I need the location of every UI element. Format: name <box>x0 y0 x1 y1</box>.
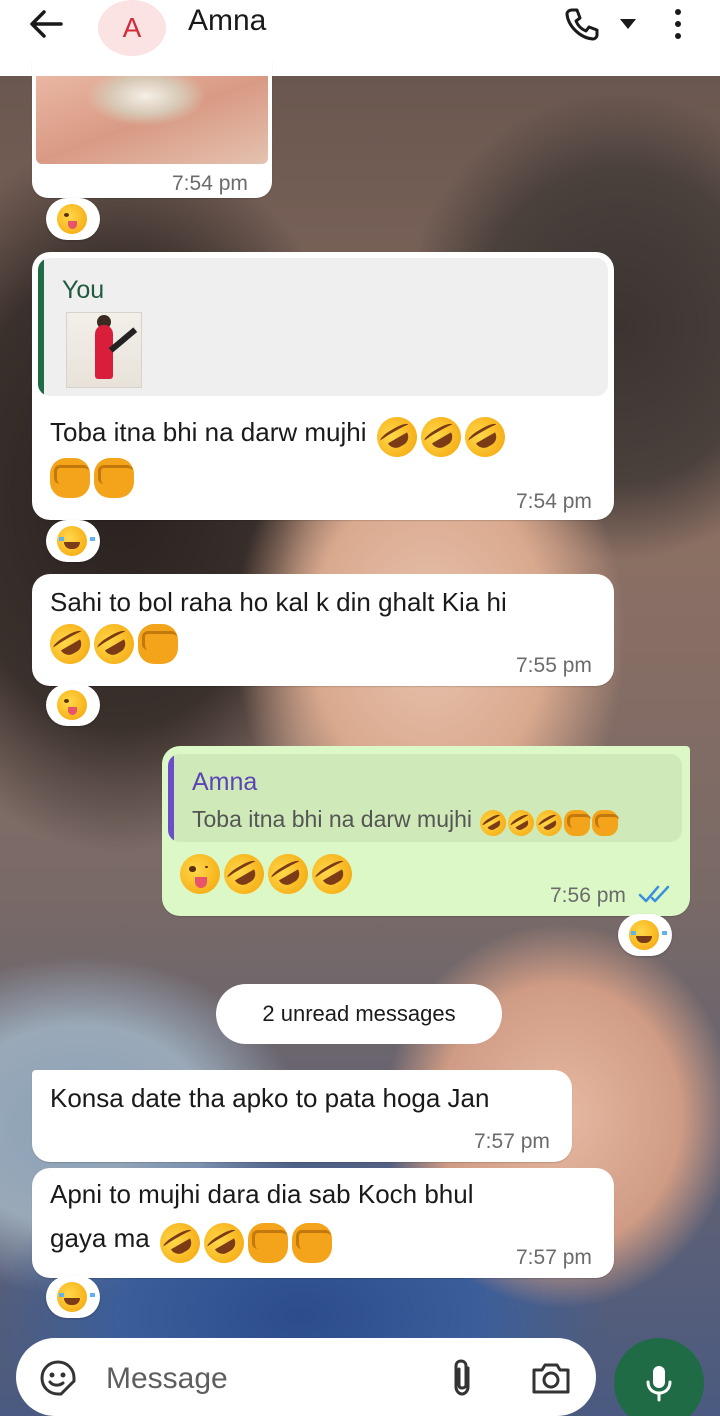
message-time: 7:55 pm <box>516 654 592 677</box>
paperclip-icon <box>454 1359 470 1396</box>
winking-tongue-face-icon <box>180 854 220 894</box>
rofl-emoji-icon <box>260 846 316 902</box>
winking-tongue-face-icon <box>57 690 87 720</box>
message-time: 7:57 pm <box>474 1130 550 1153</box>
winking-tongue-face-icon <box>57 204 87 234</box>
tears-of-joy-icon <box>629 920 668 950</box>
message-time: 7:54 pm <box>172 172 248 195</box>
quote-preview: Toba itna bhi na darw mujhi <box>192 805 620 841</box>
message-bubble-incoming[interactable]: Apni to mujhi dara dia sab Koch bhul gay… <box>32 1168 614 1278</box>
voice-call-button[interactable] <box>560 2 604 46</box>
message-bubble-incoming[interactable]: You Toba itna bhi na darw mujhi 7:54 pm <box>32 252 614 520</box>
message-text: gaya ma <box>50 1223 150 1253</box>
rofl-emoji-icon <box>86 616 142 672</box>
camera-icon <box>532 1363 570 1394</box>
rofl-emoji-icon <box>413 409 469 465</box>
more-options-button[interactable] <box>660 2 696 46</box>
message-text: Apni to mujhi dara dia sab Koch bhul <box>50 1179 474 1209</box>
sticker-button[interactable] <box>38 1358 78 1398</box>
unread-messages-banner: 2 unread messages <box>216 984 502 1044</box>
fist-emoji-icon <box>564 809 591 836</box>
rofl-emoji-icon <box>42 616 98 672</box>
message-content: Apni to mujhi dara dia sab Koch bhul <box>50 1172 474 1216</box>
rofl-emoji-icon <box>369 409 425 465</box>
fist-emoji-icon <box>94 458 134 498</box>
tears-of-joy-icon <box>57 526 96 556</box>
phone-icon <box>565 8 599 41</box>
rofl-emoji-icon <box>475 805 512 841</box>
fist-emoji-icon <box>248 1222 289 1263</box>
quote-photo-thumbnail <box>66 312 142 388</box>
message-content: Toba itna bhi na darw mujhi <box>50 409 513 465</box>
message-composer[interactable]: Message <box>16 1338 596 1416</box>
message-reaction[interactable] <box>46 520 100 562</box>
message-time: 7:57 pm <box>516 1246 592 1269</box>
rofl-emoji-icon <box>304 846 360 902</box>
avatar-letter: A <box>122 12 142 43</box>
quoted-message[interactable]: You <box>38 258 608 396</box>
rofl-emoji-icon <box>216 846 272 902</box>
message-bubble-outgoing[interactable]: Amna Toba itna bhi na darw mujhi 7:56 pm <box>162 746 690 916</box>
quote-accent-bar <box>38 258 44 396</box>
rofl-emoji-icon <box>457 409 513 465</box>
tears-of-joy-icon <box>57 1282 96 1312</box>
message-text: Toba itna bhi na darw mujhi <box>50 417 367 447</box>
quote-accent-bar <box>168 754 174 842</box>
vertical-dots-icon <box>675 9 681 15</box>
sticker-icon <box>40 1360 76 1396</box>
fist-emoji-icon <box>592 809 619 836</box>
read-receipt-icon <box>638 885 670 903</box>
message-reaction[interactable] <box>46 198 100 240</box>
fist-emoji-icon <box>50 458 90 498</box>
message-content-line2: gaya ma <box>50 1215 336 1271</box>
message-content-line2 <box>50 458 138 498</box>
message-reaction[interactable] <box>46 1276 100 1318</box>
fist-emoji-icon <box>292 1222 333 1263</box>
call-options-dropdown[interactable] <box>614 12 642 36</box>
avatar[interactable]: A <box>98 0 166 56</box>
caret-down-icon <box>620 19 636 29</box>
rofl-emoji-icon <box>196 1215 252 1271</box>
quote-sender: Amna <box>192 768 258 796</box>
message-reaction[interactable] <box>618 914 672 956</box>
quote-text: Toba itna bhi na darw mujhi <box>192 806 472 832</box>
message-text: Sahi to bol raha ho kal k din ghalt Kia … <box>50 587 507 617</box>
message-text: Konsa date tha apko to pata hoga Jan <box>50 1083 490 1113</box>
camera-button[interactable] <box>528 1358 574 1398</box>
quote-sender: You <box>62 276 105 304</box>
contact-name[interactable]: Amna <box>188 4 266 38</box>
message-content: Sahi to bol raha ho kal k din ghalt Kia … <box>50 580 507 624</box>
rofl-emoji-icon <box>531 805 568 841</box>
message-reaction[interactable] <box>46 684 100 726</box>
message-time: 7:54 pm <box>516 490 592 513</box>
image-attachment[interactable] <box>36 76 268 164</box>
attach-button[interactable] <box>442 1358 482 1398</box>
fist-emoji-icon <box>138 624 178 664</box>
message-content: Konsa date tha apko to pata hoga Jan <box>50 1076 489 1120</box>
microphone-icon <box>646 1366 672 1402</box>
message-input[interactable]: Message <box>106 1362 228 1396</box>
rofl-emoji-icon <box>503 805 540 841</box>
message-bubble-incoming[interactable]: Sahi to bol raha ho kal k din ghalt Kia … <box>32 574 614 686</box>
message-time: 7:56 pm <box>550 884 626 907</box>
message-content-line2 <box>42 616 182 672</box>
back-button[interactable] <box>22 4 70 44</box>
message-content <box>180 846 360 902</box>
arrow-left-icon <box>30 10 63 38</box>
rofl-emoji-icon <box>152 1215 208 1271</box>
message-bubble-incoming[interactable]: Konsa date tha apko to pata hoga Jan 7:5… <box>32 1070 572 1162</box>
quoted-message[interactable]: Amna Toba itna bhi na darw mujhi <box>168 754 682 842</box>
